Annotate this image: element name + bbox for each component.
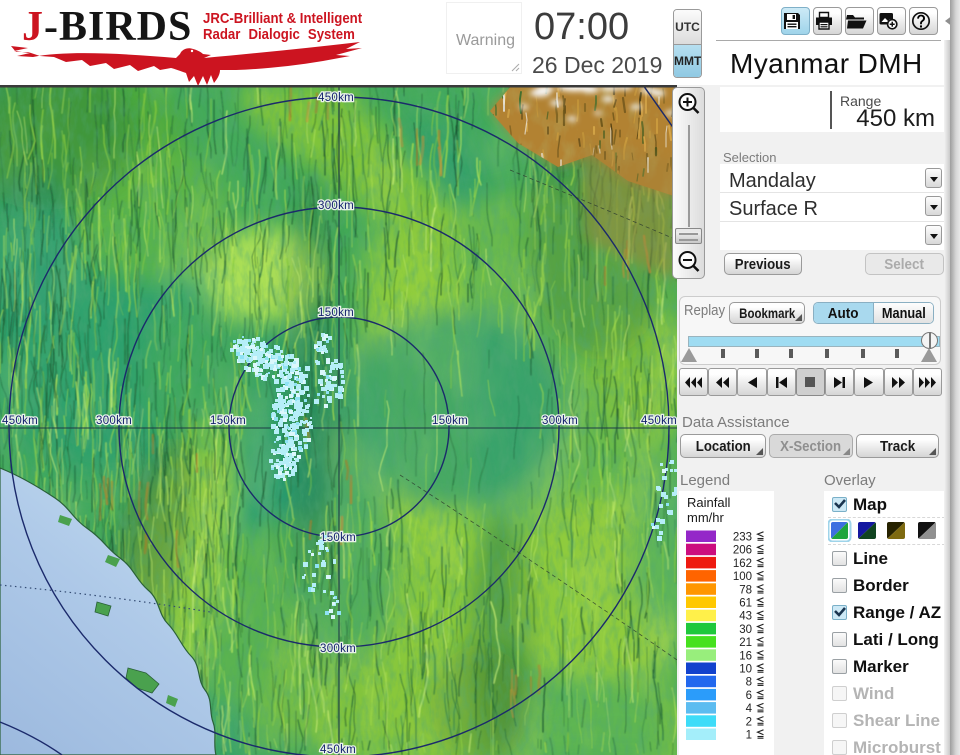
svg-text:450km: 450km — [318, 92, 354, 104]
svg-text:6: 6 — [746, 690, 752, 702]
svg-text:8: 8 — [746, 677, 752, 689]
svg-text:1: 1 — [746, 730, 752, 742]
svg-text:100: 100 — [733, 571, 752, 583]
svg-text:150km: 150km — [432, 415, 468, 427]
svg-text:450km: 450km — [2, 415, 38, 427]
svg-text:300km: 300km — [320, 643, 356, 655]
svg-text:450km: 450km — [320, 744, 356, 755]
svg-text:233: 233 — [733, 532, 752, 544]
svg-text:150km: 150km — [318, 307, 354, 319]
svg-text:10: 10 — [739, 664, 752, 676]
svg-text:43: 43 — [739, 611, 752, 623]
svg-text:300km: 300km — [318, 200, 354, 212]
svg-text:162: 162 — [733, 558, 752, 570]
svg-text:206: 206 — [733, 545, 752, 557]
svg-text:61: 61 — [739, 598, 752, 610]
svg-text:300km: 300km — [542, 415, 578, 427]
svg-text:300km: 300km — [96, 415, 132, 427]
svg-text:30: 30 — [739, 624, 752, 636]
svg-text:78: 78 — [739, 584, 752, 596]
svg-text:2: 2 — [746, 716, 752, 728]
svg-text:150km: 150km — [210, 415, 246, 427]
svg-text:21: 21 — [739, 637, 752, 649]
svg-text:4: 4 — [746, 703, 753, 715]
svg-text:450km: 450km — [641, 415, 677, 427]
svg-text:16: 16 — [739, 650, 752, 662]
